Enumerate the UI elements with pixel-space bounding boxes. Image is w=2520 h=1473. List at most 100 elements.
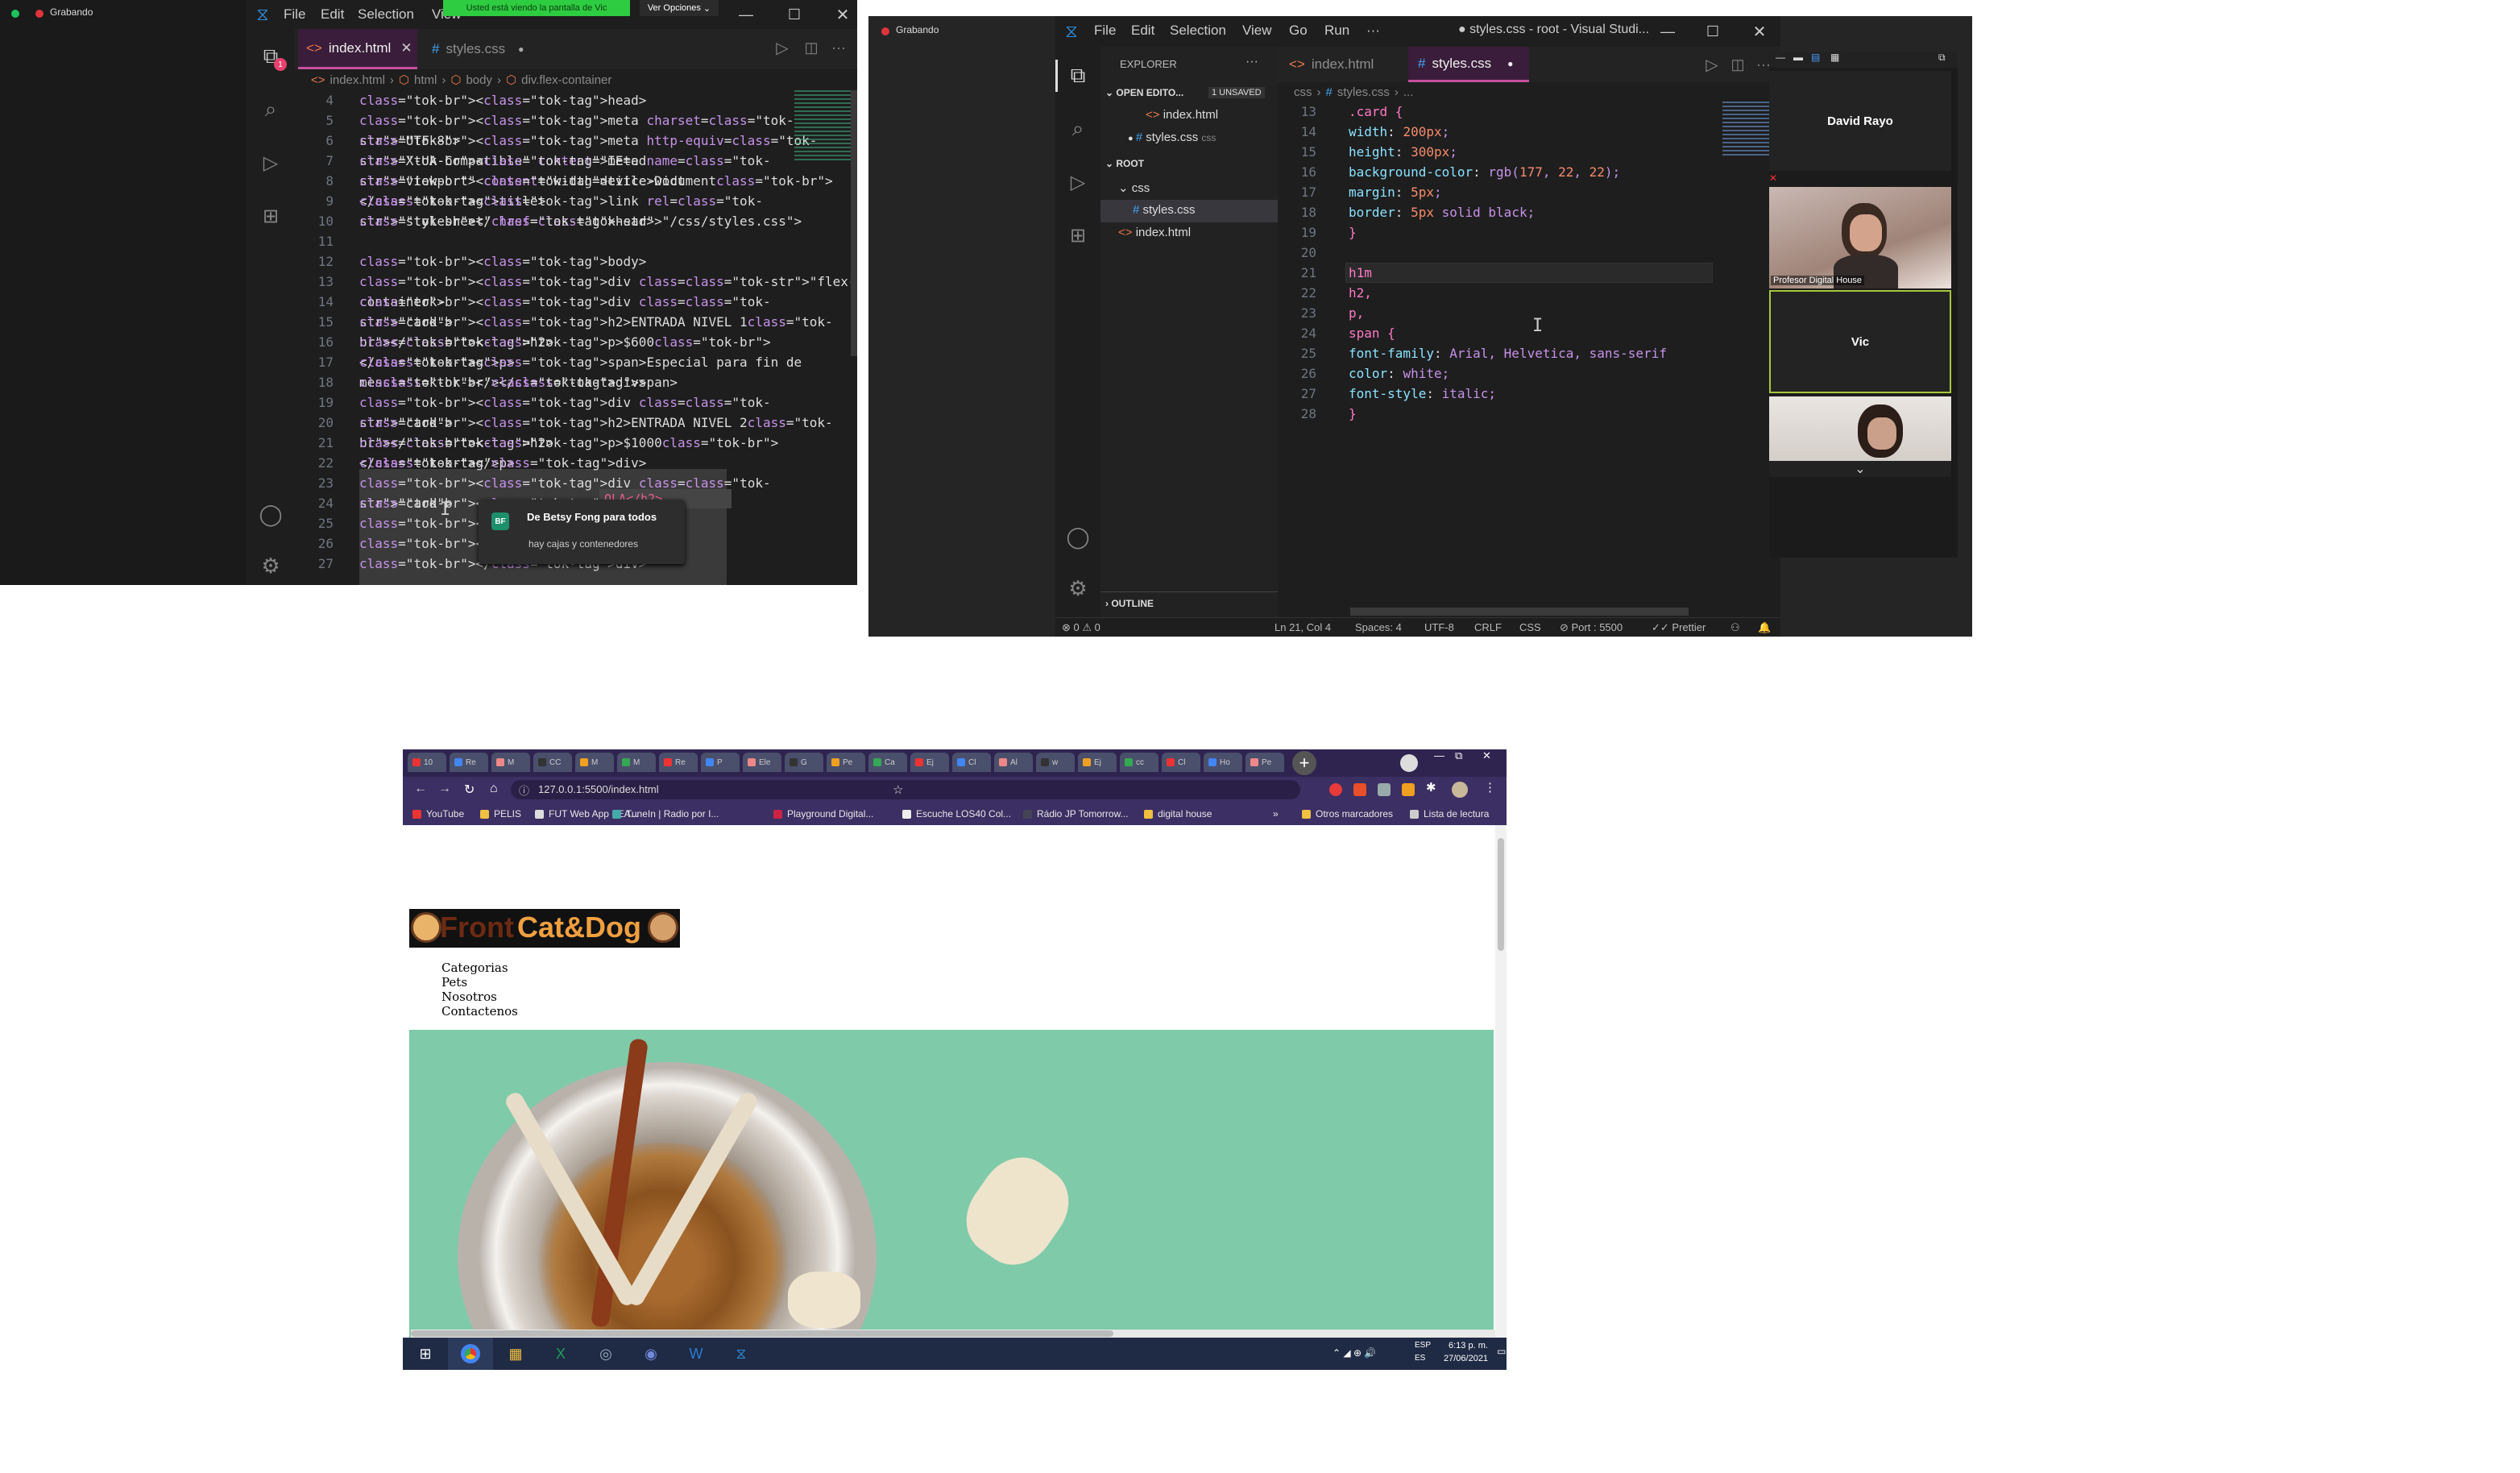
- code-line[interactable]: font-style: italic;: [1349, 384, 1667, 404]
- root-header[interactable]: ⌄ ROOT: [1105, 158, 1144, 169]
- menu-view[interactable]: View: [1242, 23, 1272, 39]
- code-line[interactable]: border: 5px solid black;: [1349, 202, 1667, 222]
- menu-go[interactable]: Go: [1289, 23, 1308, 39]
- code-line[interactable]: class="tok-br"><class="tok-tag">p>$600cl…: [359, 332, 857, 370]
- code-line[interactable]: span {: [1349, 323, 1667, 343]
- nav-link-nosotros[interactable]: Nosotros: [441, 990, 518, 1004]
- horizontal-scrollbar[interactable]: [411, 1330, 1495, 1338]
- bookmark-item[interactable]: PELIS: [480, 803, 521, 825]
- url-text[interactable]: 127.0.0.1:5500/index.html: [538, 783, 659, 795]
- code-line[interactable]: class="tok-br"><class="tok-tag">span>Esp…: [359, 352, 857, 390]
- new-tab-icon[interactable]: +: [1292, 751, 1316, 775]
- code-line[interactable]: .card {: [1349, 102, 1667, 122]
- crumb[interactable]: styles.css: [1337, 85, 1390, 99]
- tab-index-html[interactable]: <> index.html: [1281, 47, 1402, 82]
- code-line[interactable]: class="tok-br"><class="tok-tag">h2>ENTRA…: [359, 312, 857, 350]
- forward-icon[interactable]: →: [438, 782, 451, 796]
- code-line[interactable]: height: 300px;: [1349, 142, 1667, 162]
- code-line[interactable]: }: [1349, 404, 1667, 424]
- keyboard-layout[interactable]: ES: [1415, 1354, 1425, 1363]
- kebab-menu-icon[interactable]: ⋮: [1484, 780, 1496, 795]
- extensions-icon[interactable]: ⊞: [255, 200, 287, 232]
- tray-icons[interactable]: ⌃ ◢ ⊕ 🔊: [1333, 1347, 1376, 1359]
- tab-styles-css[interactable]: # styles.css ●: [1408, 47, 1529, 82]
- menu-file[interactable]: File: [284, 6, 305, 23]
- language-mode[interactable]: CSS: [1519, 621, 1541, 633]
- browser-tab[interactable]: Ej: [1078, 753, 1117, 772]
- active-speaker-tile[interactable]: Vic: [1769, 290, 1951, 393]
- menu-selection[interactable]: Selection: [1170, 23, 1226, 39]
- browser-tab[interactable]: CC: [533, 753, 572, 772]
- more-icon[interactable]: ···: [1245, 55, 1258, 69]
- crumb[interactable]: html: [414, 73, 437, 87]
- code-line[interactable]: class="tok-br"><class="tok-tag">meta htt…: [359, 131, 857, 168]
- outline-header[interactable]: › OUTLINE: [1105, 598, 1154, 609]
- files-icon[interactable]: ⧉: [1062, 60, 1094, 92]
- code-line[interactable]: font-family: Arial, Helvetica, sans-seri…: [1349, 343, 1667, 363]
- run-debug-icon[interactable]: ▷: [255, 147, 287, 179]
- gallery-view-icon[interactable]: ▦: [1830, 52, 1839, 63]
- star-icon[interactable]: ☆: [893, 782, 903, 797]
- cursor-position[interactable]: Ln 21, Col 4: [1275, 621, 1331, 633]
- browser-tab[interactable]: Pe: [827, 753, 865, 772]
- browser-tab[interactable]: M: [491, 753, 530, 772]
- tree-file-index[interactable]: <> index.html: [1118, 226, 1191, 239]
- code-line[interactable]: class="tok-br"><class="tok-tag">div clas…: [359, 272, 857, 309]
- tab-styles-css[interactable]: # styles.css ●: [424, 29, 545, 69]
- browser-tab[interactable]: G: [785, 753, 823, 772]
- participant-video[interactable]: Profesor Digital House: [1769, 187, 1951, 288]
- vertical-scrollbar[interactable]: [1495, 825, 1507, 1338]
- code-line[interactable]: class="tok-br"><class="tok-tag">body>: [359, 251, 857, 272]
- search-icon[interactable]: ⌕: [1062, 113, 1094, 145]
- code-line[interactable]: class="tok-br"><class="tok-tag">meta cha…: [359, 110, 857, 148]
- scroll-thumb[interactable]: [411, 1330, 1113, 1337]
- bell-icon[interactable]: 🔔: [1758, 621, 1771, 634]
- bookmark-item[interactable]: Lista de lectura: [1410, 803, 1489, 825]
- eol[interactable]: CRLF: [1474, 621, 1502, 633]
- puzzle-icon[interactable]: ✱: [1426, 780, 1436, 795]
- participant-tile[interactable]: David Rayo: [1769, 71, 1951, 171]
- scroll-thumb[interactable]: [1498, 838, 1504, 951]
- nav-link-pets[interactable]: Pets: [441, 975, 518, 990]
- code-line[interactable]: class="tok-br"><class="tok-tag">meta nam…: [359, 151, 857, 189]
- logo[interactable]: Front Cat&Dog: [409, 909, 680, 948]
- word-icon[interactable]: W: [674, 1338, 719, 1370]
- crumb[interactable]: div.flex-container: [521, 73, 611, 87]
- speaker-view-icon[interactable]: ▤: [1811, 52, 1820, 63]
- run-debug-icon[interactable]: ▷: [1062, 166, 1094, 198]
- crumb[interactable]: index.html: [330, 73, 385, 87]
- split-editor-icon[interactable]: ◫: [799, 35, 823, 60]
- address-bar[interactable]: ⓘ 127.0.0.1:5500/index.html ☆: [511, 780, 1300, 799]
- view-options-button[interactable]: Ver Opciones ⌄: [640, 0, 719, 16]
- maximize-icon[interactable]: ☐: [778, 0, 810, 29]
- browser-tab[interactable]: Ele: [743, 753, 781, 772]
- file-explorer-icon[interactable]: ▦: [493, 1338, 538, 1370]
- restore-icon[interactable]: ⧉: [1455, 749, 1462, 762]
- extensions-icon[interactable]: ⊞: [1062, 219, 1094, 251]
- code-line[interactable]: class="tok-br"><class="tok-tag">div clas…: [359, 392, 857, 430]
- menu-more[interactable]: ···: [1366, 23, 1380, 39]
- code-line[interactable]: class="tok-br"><class="tok-tag">div clas…: [359, 292, 857, 330]
- folder-css[interactable]: ⌄ css: [1118, 180, 1150, 195]
- extension-icon[interactable]: [1402, 783, 1415, 796]
- indentation[interactable]: Spaces: 4: [1355, 621, 1402, 633]
- run-icon[interactable]: ▷: [1700, 52, 1724, 77]
- app-icon[interactable]: ◎: [583, 1338, 628, 1370]
- code-line[interactable]: h2,: [1349, 283, 1667, 303]
- chrome-icon[interactable]: [448, 1338, 493, 1370]
- profile-icon[interactable]: [1400, 754, 1418, 772]
- bookmark-item[interactable]: Escuche LOS40 Col...: [902, 803, 1011, 825]
- clock-date[interactable]: 27/06/2021: [1444, 1354, 1488, 1363]
- code-line[interactable]: h1m: [1349, 263, 1667, 283]
- browser-tab[interactable]: Ca: [868, 753, 907, 772]
- browser-tab[interactable]: Cl: [952, 753, 991, 772]
- more-icon[interactable]: ···: [827, 35, 851, 60]
- gear-icon[interactable]: ⚙: [1062, 572, 1094, 604]
- run-icon[interactable]: ▷: [770, 35, 794, 60]
- code-line[interactable]: [359, 231, 857, 251]
- bookmark-item[interactable]: Playground Digital...: [773, 803, 873, 825]
- avatar[interactable]: [1452, 782, 1468, 798]
- account-icon[interactable]: ◯: [1062, 521, 1094, 553]
- code-line[interactable]: p,: [1349, 303, 1667, 323]
- code-line[interactable]: class="tok-br"></class="tok-tag">div>: [359, 453, 857, 473]
